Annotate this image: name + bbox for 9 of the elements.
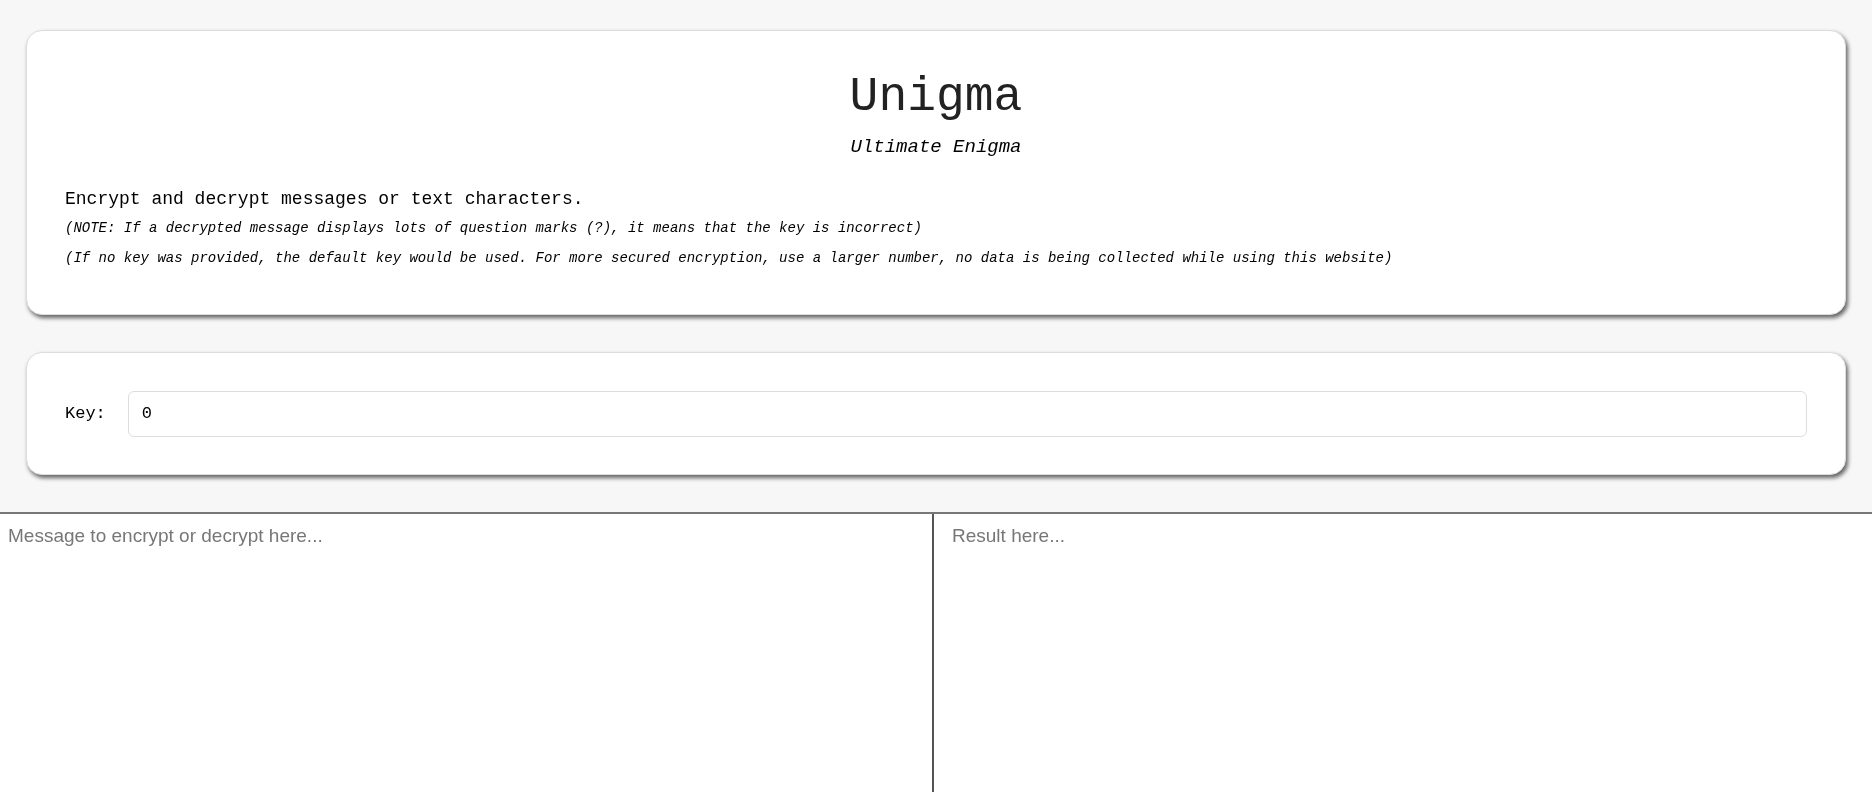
key-label: Key: (65, 402, 106, 425)
message-input-field[interactable]: Message to encrypt or decrypt here... (0, 514, 934, 792)
key-input-field[interactable]: 0 (127, 390, 1807, 437)
app-subtitle: Ultimate Enigma (850, 135, 1022, 160)
app-title: Unigma (849, 69, 1023, 126)
description-text: Encrypt and decrypt messages or text characters. (65, 187, 585, 211)
result-field[interactable]: Result here... (934, 514, 1872, 792)
note-text: (NOTE: If a decrypted message displays lots of question marks (?), it means that the key is incorrect) (65, 218, 923, 238)
note-text: (If no key was provided, the default key would be used. For more secured encryption, use a larger number, no data is being collected while using this website) (65, 248, 1394, 268)
